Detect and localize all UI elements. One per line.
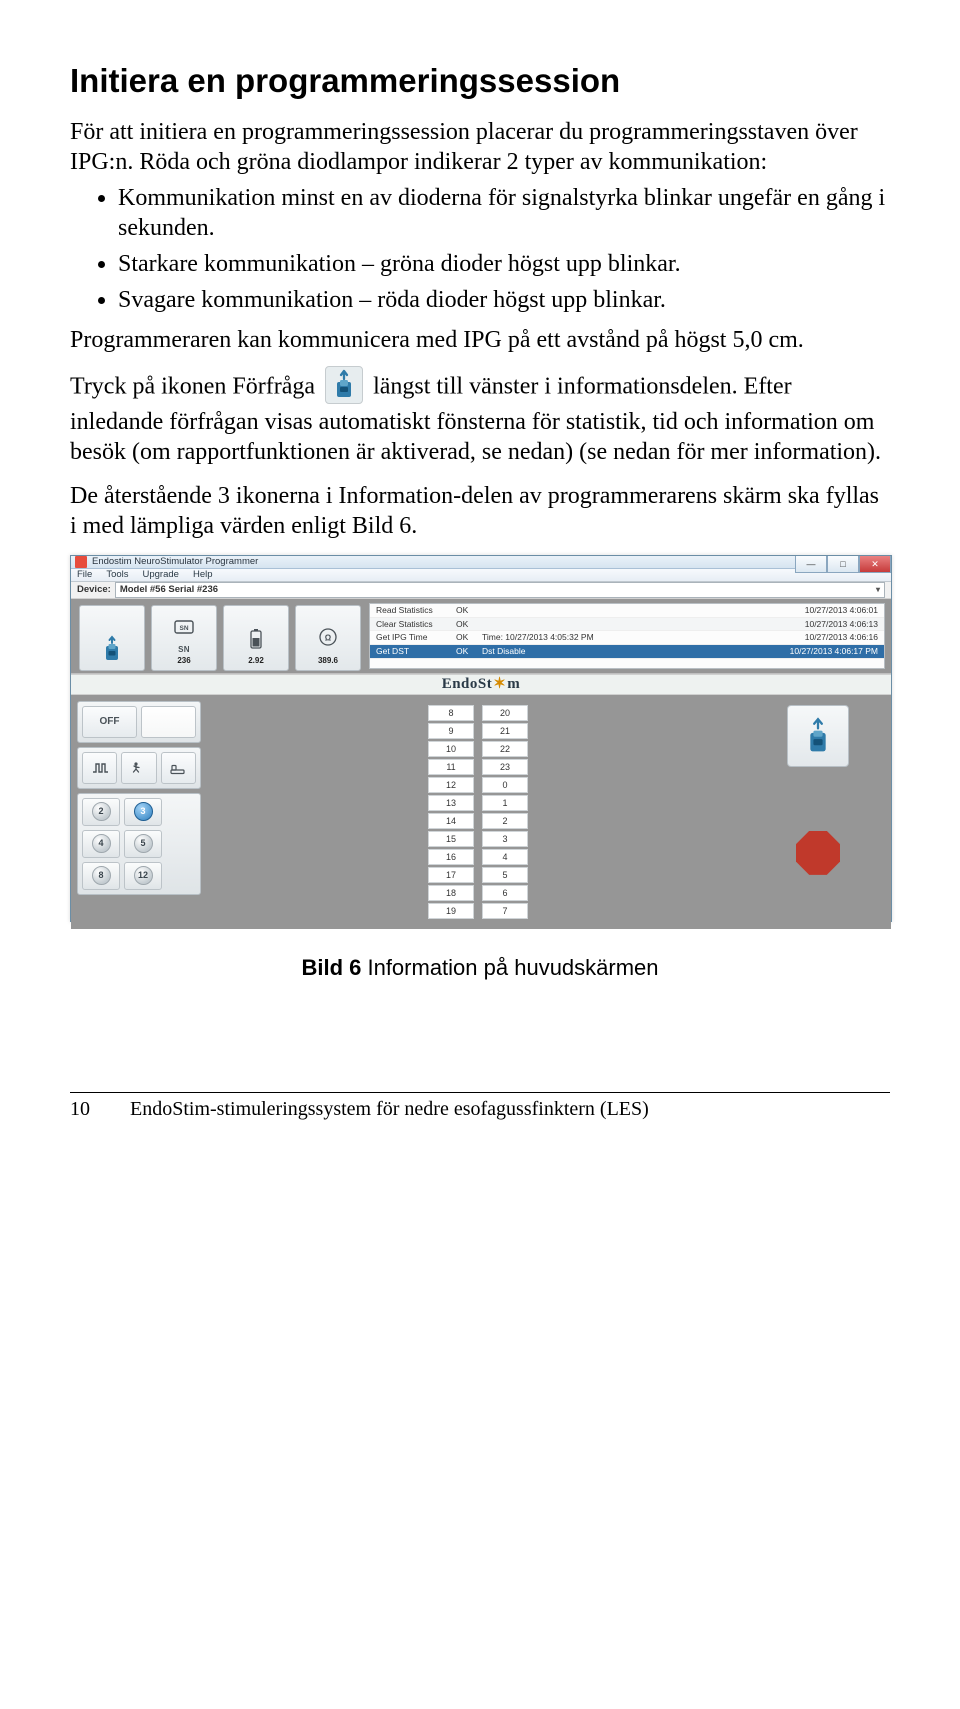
menu-upgrade[interactable]: Upgrade — [143, 569, 179, 581]
stop-icon — [796, 831, 840, 875]
figure-caption: Bild 6 Information på huvudskärmen — [70, 954, 890, 982]
table-cell: 22 — [482, 741, 528, 757]
menu-file[interactable]: File — [77, 569, 92, 581]
table-cell: 12 — [428, 777, 474, 793]
table-cell: 6 — [482, 885, 528, 901]
caption-bold: Bild 6 — [301, 955, 361, 980]
table-cell: 0 — [482, 777, 528, 793]
battery-card[interactable]: 2.92 — [223, 605, 289, 671]
minimize-button[interactable]: — — [795, 556, 827, 573]
table-cell: 10 — [428, 741, 474, 757]
page-footer: 10 EndoStim-stimuleringssystem för nedre… — [70, 1092, 890, 1122]
right-panel — [755, 701, 881, 923]
table-cell: 5 — [482, 867, 528, 883]
interrogate-icon — [325, 366, 363, 404]
device-label: Device: — [77, 584, 111, 596]
table-cell: 9 — [428, 723, 474, 739]
table-cell: 2 — [482, 813, 528, 829]
menubar: File Tools Upgrade Help — [71, 569, 891, 582]
pulse-mode-button[interactable] — [82, 752, 117, 784]
paragraph-distance: Programmeraren kan kommunicera med IPG p… — [70, 325, 890, 355]
sn-label: SN — [178, 645, 190, 655]
star-icon: ✶ — [493, 675, 506, 694]
device-value: Model #56 Serial #236 — [120, 584, 218, 596]
interrogate-button[interactable] — [79, 605, 145, 671]
app-window: Endostim NeuroStimulator Programmer — □ … — [70, 555, 892, 922]
paragraph-interrogate: Tryck på ikonen Förfråga längst till vän… — [70, 369, 890, 467]
sleep-mode-button[interactable] — [161, 752, 196, 784]
session-count-12[interactable]: 12 — [124, 862, 162, 890]
stop-button[interactable] — [788, 823, 848, 883]
device-dropdown[interactable]: Model #56 Serial #236 ▾ — [115, 582, 885, 598]
off-button[interactable]: OFF — [82, 706, 137, 738]
impedance-value: 389.6 — [318, 656, 338, 666]
on-button[interactable] — [141, 706, 196, 738]
table-cell: 4 — [482, 849, 528, 865]
program-button[interactable] — [787, 705, 849, 767]
log-row[interactable]: Get IPG TimeOKTime: 10/27/2013 4:05:32 P… — [370, 631, 884, 645]
bullet-item: Kommunikation minst en av dioderna för s… — [118, 183, 890, 243]
run-mode-button[interactable] — [121, 752, 156, 784]
table-cell: 20 — [482, 705, 528, 721]
close-button[interactable]: ✕ — [859, 556, 891, 573]
log-row[interactable]: Get DSTOKDst Disable10/27/2013 4:06:17 P… — [370, 645, 884, 659]
sn-value: 236 — [177, 656, 190, 666]
footer-text: EndoStim-stimuleringssystem för nedre es… — [130, 1097, 890, 1122]
session-count-4[interactable]: 4 — [82, 830, 120, 858]
sessions-grid: 2345812 — [77, 793, 201, 895]
app-icon — [75, 556, 87, 568]
session-count-3[interactable]: 3 — [124, 798, 162, 826]
table-cell: 1 — [482, 795, 528, 811]
caption-text: Information på huvudskärmen — [361, 955, 658, 980]
bullet-item: Svagare kommunikation – röda dioder högs… — [118, 285, 890, 315]
table-cell: 11 — [428, 759, 474, 775]
table-cell: 13 — [428, 795, 474, 811]
bullet-item: Starkare kommunikation – gröna dioder hö… — [118, 249, 890, 279]
table-cell: 18 — [428, 885, 474, 901]
center-panel: 8910111213141516171819 2021222301234567 — [201, 701, 755, 923]
table-cell: 17 — [428, 867, 474, 883]
page-heading: Initiera en programmeringssession — [70, 60, 890, 101]
log-panel: Read StatisticsOK10/27/2013 4:06:01Clear… — [369, 603, 885, 669]
svg-text:SN: SN — [179, 625, 188, 632]
titlebar: Endostim NeuroStimulator Programmer — □ … — [71, 556, 891, 569]
serial-number-card[interactable]: SN SN 236 — [151, 605, 217, 671]
impedance-card[interactable]: Ω 389.6 — [295, 605, 361, 671]
log-row[interactable]: Clear StatisticsOK10/27/2013 4:06:13 — [370, 618, 884, 632]
table-cell: 14 — [428, 813, 474, 829]
intro-paragraph: För att initiera en programmeringssessio… — [70, 117, 890, 177]
window-title: Endostim NeuroStimulator Programmer — [92, 556, 258, 568]
table-cell: 15 — [428, 831, 474, 847]
session-count-5[interactable]: 5 — [124, 830, 162, 858]
table-cell: 23 — [482, 759, 528, 775]
table-cell: 7 — [482, 903, 528, 919]
paragraph-remaining-icons: De återstående 3 ikonerna i Information-… — [70, 481, 890, 541]
chevron-down-icon: ▾ — [876, 585, 880, 595]
power-toggle[interactable]: OFF — [77, 701, 201, 743]
session-count-2[interactable]: 2 — [82, 798, 120, 826]
table-cell: 16 — [428, 849, 474, 865]
menu-tools[interactable]: Tools — [106, 569, 128, 581]
value-table: 8910111213141516171819 2021222301234567 — [428, 705, 528, 919]
bullet-list: Kommunikation minst en av dioderna för s… — [70, 183, 890, 315]
left-panel: OFF 2345812 — [77, 701, 201, 923]
table-cell: 8 — [428, 705, 474, 721]
device-row: Device: Model #56 Serial #236 ▾ — [71, 582, 891, 599]
log-row[interactable]: Read StatisticsOK10/27/2013 4:06:01 — [370, 604, 884, 618]
menu-help[interactable]: Help — [193, 569, 213, 581]
table-cell: 19 — [428, 903, 474, 919]
text-before-icon: Tryck på ikonen Förfråga — [70, 374, 315, 400]
table-cell: 21 — [482, 723, 528, 739]
session-count-8[interactable]: 8 — [82, 862, 120, 890]
info-panel: SN SN 236 2.92 Ω 389.6 — [71, 599, 369, 673]
page-number: 10 — [70, 1097, 130, 1122]
maximize-button[interactable]: □ — [827, 556, 859, 573]
table-cell: 3 — [482, 831, 528, 847]
svg-text:Ω: Ω — [325, 634, 332, 643]
logo-bar: EndoSt✶m — [71, 674, 891, 695]
battery-value: 2.92 — [248, 656, 264, 666]
